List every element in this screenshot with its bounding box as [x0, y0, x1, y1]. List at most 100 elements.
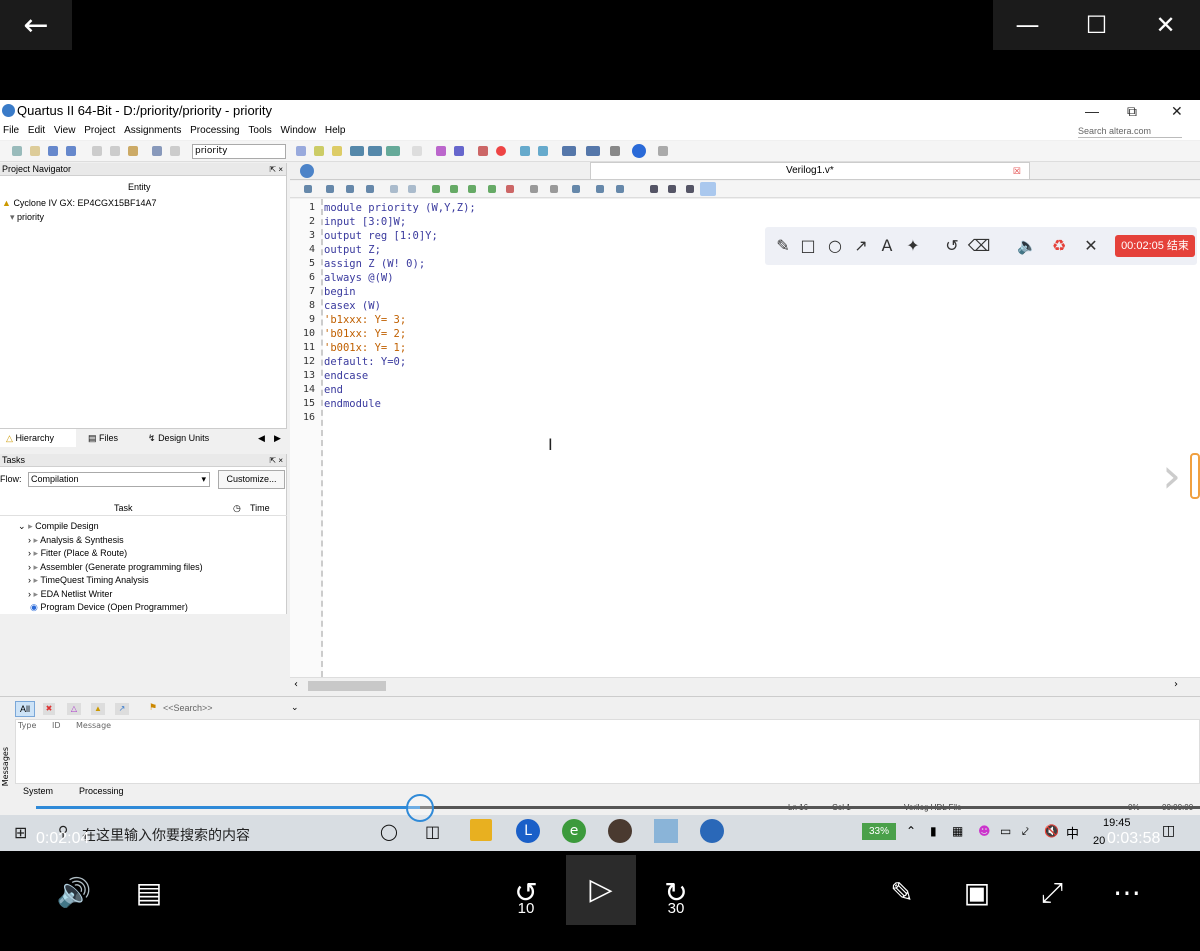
power-icon[interactable] — [496, 146, 506, 156]
menu-window[interactable]: Window — [281, 125, 317, 136]
network-tray-icon[interactable]: ▦ — [952, 824, 963, 838]
browser-icon[interactable]: e — [562, 819, 586, 843]
magic-wand-icon[interactable]: ✦ — [901, 234, 925, 258]
quartus-taskbar-icon[interactable] — [654, 819, 678, 843]
error-filter-icon[interactable]: ✖ — [43, 703, 55, 715]
paste-icon[interactable] — [128, 146, 138, 156]
filter-all-button[interactable]: All — [15, 701, 35, 717]
scroll-left-icon[interactable]: ‹ — [294, 679, 298, 690]
user-tray-icon[interactable]: ☻ — [978, 824, 991, 838]
menu-edit[interactable]: Edit — [28, 125, 45, 136]
task-row[interactable]: › ▸ TimeQuest Timing Analysis — [28, 574, 149, 587]
warning-filter-icon[interactable]: ▲ — [91, 703, 105, 715]
scroll-right-icon[interactable]: › — [1174, 679, 1178, 690]
task-row[interactable]: › ▸ Fitter (Place & Route) — [28, 547, 127, 560]
comment-icon[interactable] — [450, 185, 458, 193]
close-icon[interactable]: ✕ — [1079, 234, 1103, 258]
skip-forward-button[interactable]: ↻ 30 — [654, 871, 698, 917]
bookmark-icon[interactable] — [366, 185, 374, 193]
task-row[interactable]: › ▸ Assembler (Generate programming file… — [28, 561, 203, 574]
replace-icon[interactable] — [550, 185, 558, 193]
open-file-icon[interactable] — [30, 146, 40, 156]
flow-select[interactable]: Compilation ▾ — [28, 472, 210, 487]
ime-indicator[interactable]: 中 — [1066, 823, 1079, 842]
horizontal-scrollbar[interactable]: ‹ › — [290, 677, 1200, 693]
save-all-icon[interactable] — [66, 146, 76, 156]
tab-scroll-right-icon[interactable]: ▶ — [274, 429, 281, 447]
back-button[interactable]: ← — [0, 0, 72, 50]
editor-tab[interactable]: Verilog1.v* ☒ — [590, 162, 1030, 180]
cortana-icon[interactable]: ◯ — [380, 822, 398, 841]
critical-warning-filter-icon[interactable]: △ — [67, 703, 81, 715]
pointer-icon[interactable] — [296, 146, 306, 156]
scrollbar-thumb[interactable] — [308, 681, 386, 691]
menu-project[interactable]: Project — [84, 125, 115, 136]
entity-row[interactable]: ▾ priority — [10, 212, 44, 223]
chevron-down-icon[interactable]: ⌄ — [291, 702, 299, 713]
tab-scroll-left-icon[interactable]: ◀ — [258, 429, 265, 447]
draw-button[interactable]: ✎ — [880, 871, 924, 915]
new-file-icon[interactable] — [12, 146, 22, 156]
side-panel-handle[interactable] — [1190, 453, 1200, 499]
help-icon[interactable] — [632, 144, 646, 158]
chip-icon[interactable] — [586, 146, 600, 156]
uncomment-icon[interactable] — [468, 185, 476, 193]
clear-icon[interactable] — [506, 185, 514, 193]
programmer-icon[interactable] — [562, 146, 576, 156]
timing-icon[interactable] — [478, 146, 488, 156]
window-split-icon[interactable] — [650, 185, 658, 193]
outdent-icon[interactable] — [346, 185, 354, 193]
goto-icon[interactable] — [572, 185, 580, 193]
pin-planner-icon[interactable] — [332, 146, 342, 156]
window-tile-icon[interactable] — [668, 185, 676, 193]
picture-in-picture-button[interactable]: ▣ — [955, 871, 999, 915]
windows-start-icon[interactable]: ⊞ — [14, 823, 27, 842]
arrow-icon[interactable]: ↗ — [849, 234, 873, 258]
extra-tool-icon[interactable] — [658, 146, 668, 156]
more-button[interactable]: ⋯ — [1105, 871, 1149, 915]
speaker-icon[interactable]: 🔈 — [1015, 234, 1039, 258]
chevron-right-icon[interactable]: › — [1162, 448, 1192, 504]
volume-button[interactable]: 🔊 — [52, 871, 96, 915]
task-row[interactable]: ⌄ ▸ Compile Design — [18, 520, 99, 533]
insert-template-icon[interactable] — [432, 185, 440, 193]
play-button[interactable]: ▷ — [566, 855, 636, 925]
file-explorer-icon[interactable] — [470, 819, 492, 841]
cut-icon[interactable] — [92, 146, 102, 156]
rtl-viewer-icon[interactable] — [520, 146, 530, 156]
q-close-button[interactable]: ✕ — [1171, 100, 1183, 122]
skip-back-button[interactable]: ↺ 10 — [504, 871, 548, 917]
chevron-up-icon[interactable]: ⌃ — [906, 824, 916, 838]
menu-assignments[interactable]: Assignments — [124, 125, 181, 136]
task-row[interactable]: › ▸ Analysis & Synthesis — [28, 534, 124, 547]
q-minimize-button[interactable]: — — [1085, 100, 1099, 122]
menu-tools[interactable]: Tools — [248, 125, 271, 136]
text-icon[interactable]: A — [875, 234, 899, 258]
copy-icon[interactable] — [110, 146, 120, 156]
find-icon[interactable] — [530, 185, 538, 193]
message-search-input[interactable]: <<Search>> — [163, 703, 213, 713]
block-icon[interactable] — [488, 185, 496, 193]
ip-catalog-icon[interactable] — [610, 146, 620, 156]
wifi-icon[interactable]: ⤦ — [1022, 824, 1029, 839]
undo-icon[interactable] — [152, 146, 162, 156]
stop-icon[interactable] — [412, 146, 422, 156]
recording-timer[interactable]: 00:02:05 结束 — [1115, 235, 1195, 257]
notification-icon[interactable]: ◫ — [1162, 823, 1175, 839]
undo-icon[interactable]: ↺ — [940, 234, 964, 258]
netlist-icon[interactable] — [368, 146, 382, 156]
menu-processing[interactable]: Processing — [190, 125, 239, 136]
task-row[interactable]: › ▸ EDA Netlist Writer — [28, 588, 112, 601]
fullscreen-button[interactable]: ⤢ — [1030, 871, 1074, 915]
maximize-button[interactable]: ☐ — [1062, 0, 1131, 50]
rectangle-icon[interactable]: □ — [796, 234, 820, 258]
minimize-button[interactable]: — — [993, 0, 1062, 50]
pencil-icon[interactable]: ✎ — [771, 234, 795, 258]
search-altera-input[interactable]: Search altera.com — [1078, 124, 1182, 138]
prev-icon[interactable] — [390, 185, 398, 193]
window-cascade-icon[interactable] — [686, 185, 694, 193]
menu-file[interactable]: File — [3, 125, 19, 136]
tab-files[interactable]: ▤ Files — [88, 429, 118, 447]
task-view-icon[interactable]: ◫ — [425, 822, 440, 841]
editor-tool-icon[interactable] — [304, 185, 312, 193]
